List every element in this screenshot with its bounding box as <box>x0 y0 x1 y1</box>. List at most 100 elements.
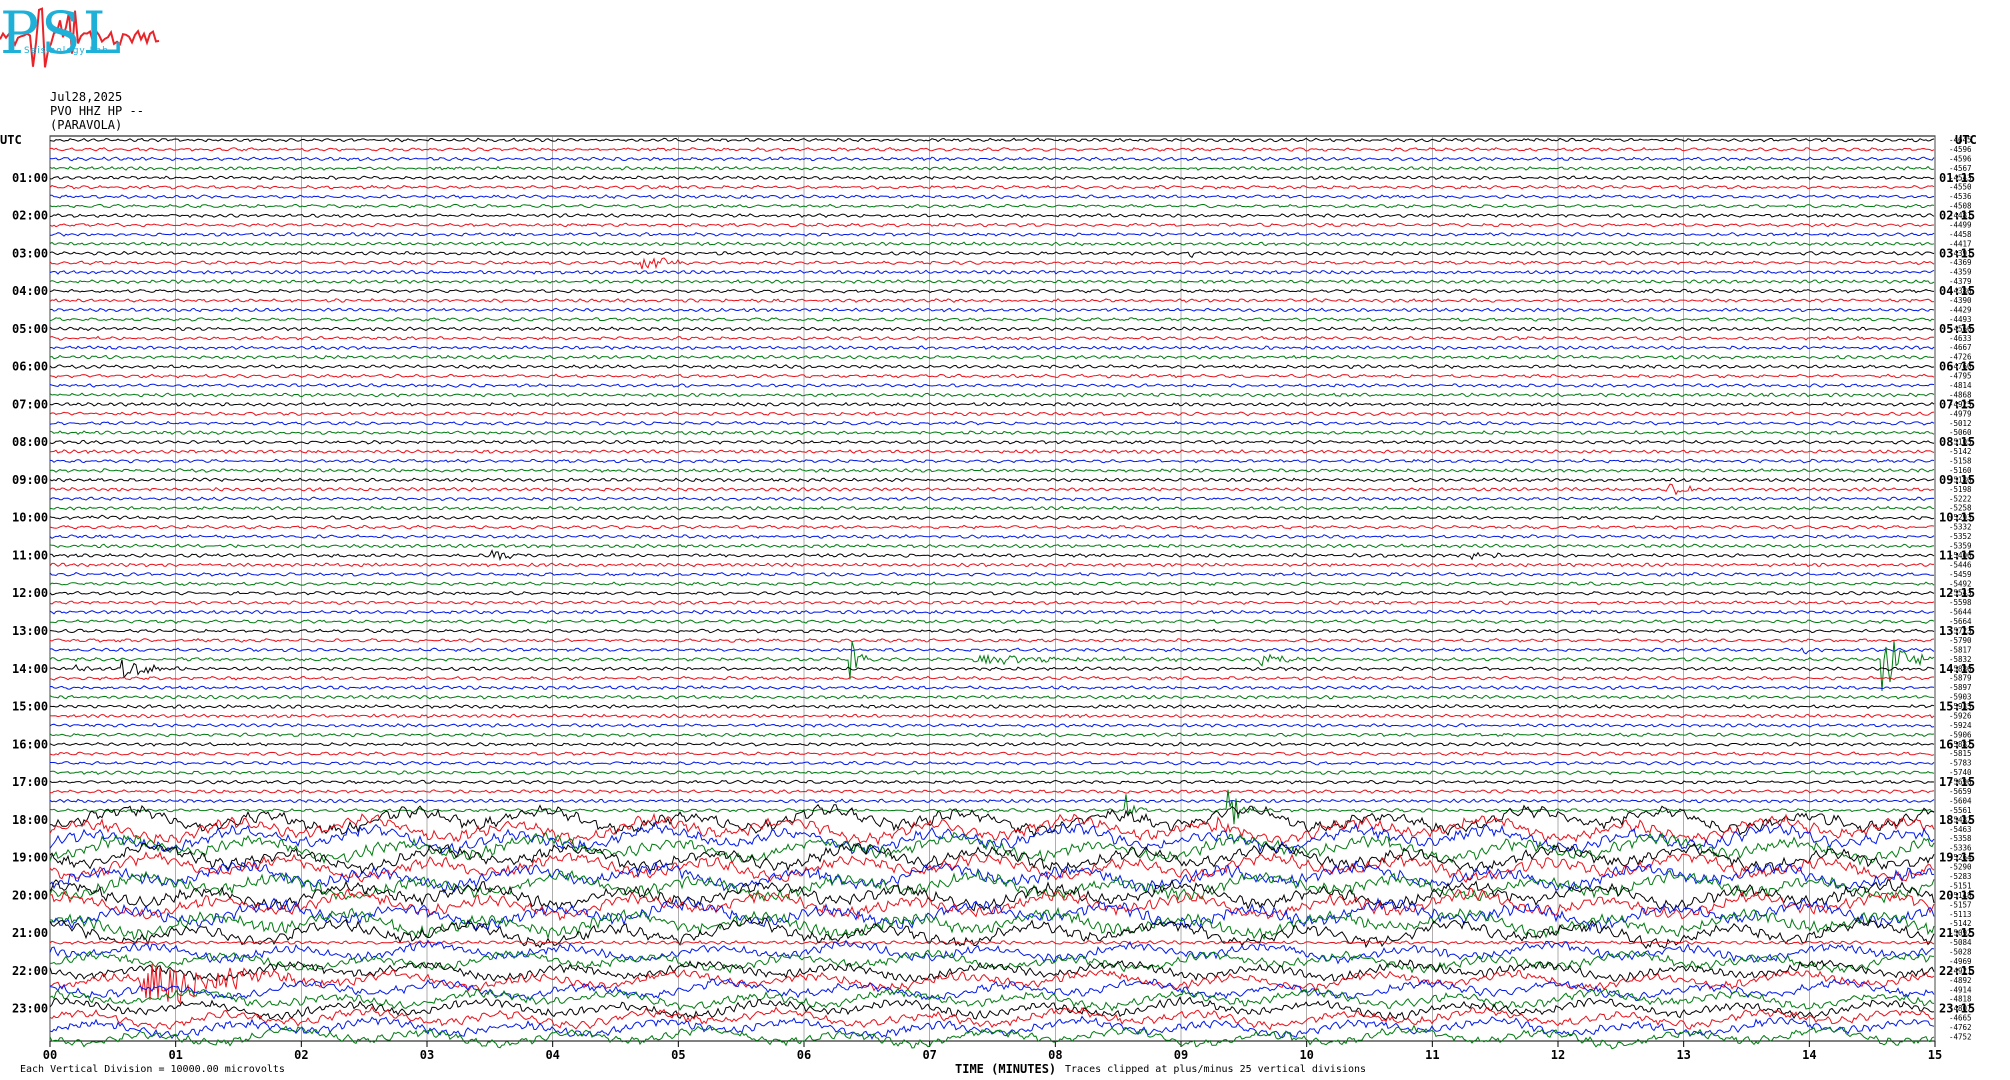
seismic-trace <box>49 524 1935 530</box>
trace-value-label: -5604 <box>1949 796 1972 805</box>
left-hour-label: 08:00 <box>12 435 48 449</box>
x-tick-label: 15 <box>1928 1048 1942 1062</box>
right-hour-label: 14:15 <box>1939 662 1975 676</box>
seismic-trace <box>49 335 1935 341</box>
seismic-trace <box>49 250 1935 259</box>
helicorder-plot: 00 01 02 03 04 05 06 07 08 09 10 11 12 13 14 15-4645-45… <box>0 133 1977 1062</box>
seismic-trace <box>49 638 1935 643</box>
left-axis-title: UTC <box>0 133 22 147</box>
seismic-trace <box>49 534 1935 539</box>
trace-value-label: -4762 <box>1949 1023 1972 1032</box>
right-hour-label: 06:15 <box>1939 360 1975 374</box>
right-hour-label: 11:15 <box>1939 548 1975 562</box>
left-hour-label: 23:00 <box>12 1002 48 1016</box>
seismic-trace <box>49 241 1935 247</box>
seismic-trace <box>49 317 1935 322</box>
seismic-trace <box>49 257 1935 270</box>
right-hour-label: 16:15 <box>1939 737 1975 751</box>
seismic-trace <box>49 449 1935 455</box>
seismic-trace <box>49 420 1935 426</box>
trace-value-label: -4536 <box>1949 192 1972 201</box>
seismic-trace <box>49 156 1935 162</box>
seismic-trace <box>49 959 1935 983</box>
right-hour-label: 23:15 <box>1939 1002 1975 1016</box>
x-tick-label: 13 <box>1676 1048 1690 1062</box>
seismic-trace <box>49 496 1935 502</box>
right-hour-label: 01:15 <box>1939 171 1975 185</box>
right-hour-label: 17:15 <box>1939 775 1975 789</box>
trace-value-label: -4914 <box>1949 985 1972 994</box>
trace-value-label: -4596 <box>1949 154 1972 163</box>
trace-value-label: -5028 <box>1949 948 1972 957</box>
seismic-trace <box>49 483 1935 496</box>
right-hour-label: 02:15 <box>1939 209 1975 223</box>
seismic-trace <box>49 373 1935 379</box>
right-hour-label: 20:15 <box>1939 888 1975 902</box>
trace-value-label: -4359 <box>1949 268 1972 277</box>
trace-value-label: -5897 <box>1949 683 1972 692</box>
seismic-trace <box>49 222 1935 228</box>
seismic-trace <box>50 175 1935 181</box>
trace-value-label: -5352 <box>1949 532 1972 541</box>
seismic-trace <box>49 298 1935 303</box>
seismic-trace <box>49 430 1935 436</box>
seismic-trace <box>49 675 1934 681</box>
seismic-trace <box>49 549 1935 562</box>
seismic-trace <box>49 514 1935 521</box>
seismic-trace <box>49 383 1935 388</box>
right-hour-label: 04:15 <box>1939 284 1975 298</box>
seismic-trace <box>49 732 1935 738</box>
right-hour-label: 15:15 <box>1939 700 1975 714</box>
seismic-trace <box>49 505 1935 511</box>
left-hour-label: 06:00 <box>12 360 48 374</box>
seismic-trace <box>49 619 1935 624</box>
x-axis-label: TIME (MINUTES) <box>955 1062 1057 1076</box>
left-hour-label: 05:00 <box>12 322 48 336</box>
seismic-trace <box>49 798 1935 804</box>
seismic-trace <box>49 581 1935 587</box>
seismic-trace <box>49 326 1935 332</box>
seismic-trace <box>49 401 1935 407</box>
left-hour-label: 15:00 <box>12 700 48 714</box>
trace-value-label: -5817 <box>1949 645 1972 654</box>
x-tick-label: 12 <box>1551 1048 1565 1062</box>
seismic-trace <box>49 477 1935 483</box>
seismic-trace <box>49 713 1935 719</box>
scale-note: Each Vertical Division = 10000.00 microv… <box>20 1064 285 1075</box>
seismic-trace <box>49 916 1935 950</box>
right-axis-title: UTC <box>1955 133 1977 147</box>
right-hour-label: 07:15 <box>1939 397 1975 411</box>
seismic-trace <box>49 458 1935 464</box>
x-tick-label: 11 <box>1425 1048 1439 1062</box>
seismic-trace <box>49 194 1935 200</box>
seismic-trace <box>49 685 1935 691</box>
x-tick-label: 07 <box>922 1048 936 1062</box>
seismic-trace <box>49 628 1935 634</box>
seismic-trace <box>49 640 1935 692</box>
seismic-trace <box>49 147 1935 152</box>
right-hour-label: 08:15 <box>1939 435 1975 449</box>
left-hour-label: 19:00 <box>12 851 48 865</box>
left-hour-label: 09:00 <box>12 473 48 487</box>
seismic-trace <box>49 590 1935 596</box>
seismic-trace <box>49 392 1935 398</box>
seismic-trace <box>49 659 1935 679</box>
seismic-trace <box>49 987 1935 1012</box>
left-hour-label: 16:00 <box>12 737 48 751</box>
trace-value-label: -5222 <box>1949 494 1972 503</box>
trace-value-label: -5358 <box>1949 834 1972 843</box>
right-hour-label: 18:15 <box>1939 813 1975 827</box>
x-tick-label: 04 <box>545 1048 559 1062</box>
seismic-trace <box>50 760 1935 766</box>
seismic-trace <box>49 694 1935 700</box>
seismic-trace <box>49 165 1935 171</box>
left-hour-label: 01:00 <box>12 171 48 185</box>
left-hour-label: 02:00 <box>12 209 48 223</box>
seismic-trace <box>49 978 1935 1002</box>
seismic-trace <box>49 439 1935 445</box>
left-hour-label: 21:00 <box>12 926 48 940</box>
seismic-trace <box>49 647 1935 655</box>
trace-value-label: -5644 <box>1949 608 1972 617</box>
trace-value-label: -5113 <box>1949 910 1972 919</box>
left-hour-label: 17:00 <box>12 775 48 789</box>
